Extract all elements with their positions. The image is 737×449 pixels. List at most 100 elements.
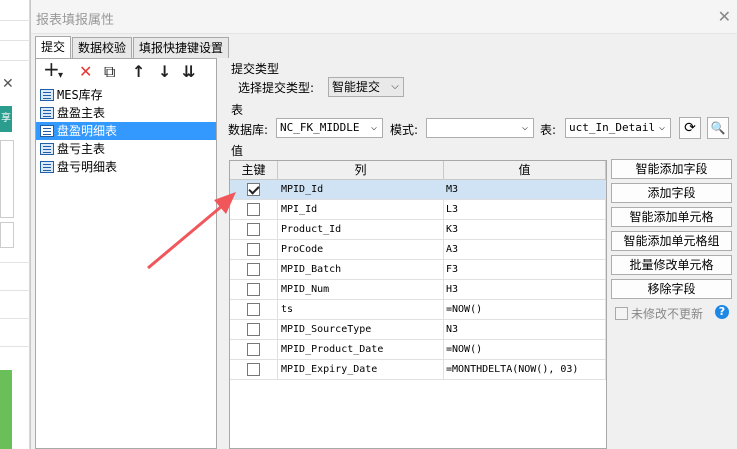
- help-icon[interactable]: ?: [715, 305, 729, 319]
- smart-add-cell-button[interactable]: 智能添加单元格: [611, 207, 732, 227]
- table-icon: [40, 107, 54, 119]
- database-label: 数据库:: [228, 123, 269, 137]
- table-value: uct_In_Detail: [569, 121, 656, 134]
- value-cell[interactable]: K3: [444, 220, 606, 239]
- table-row[interactable]: MPI_Id L3: [230, 200, 606, 220]
- remove-field-button[interactable]: 移除字段: [611, 279, 732, 299]
- tree-item-loss-detail[interactable]: 盘亏明细表: [36, 158, 216, 176]
- column-cell[interactable]: MPI_Id: [278, 200, 444, 219]
- tree-item-label: 盘亏主表: [57, 142, 106, 156]
- list-scrollbar[interactable]: [218, 58, 226, 449]
- header-column: 列: [278, 161, 444, 179]
- sort-icon[interactable]: ⇊: [182, 63, 195, 81]
- table-row[interactable]: MPID_Product_Date =NOW(): [230, 340, 606, 360]
- chevron-down-icon[interactable]: ▾: [58, 67, 63, 85]
- primary-key-cell: [230, 320, 278, 339]
- table-row[interactable]: MPID_Id M3: [230, 180, 606, 200]
- tree-item-surplus-detail[interactable]: 盘盈明细表: [36, 122, 216, 140]
- batch-modify-cell-button[interactable]: 批量修改单元格: [611, 255, 732, 275]
- table-search-icon[interactable]: 🔍: [707, 117, 729, 139]
- value-cell[interactable]: M3: [444, 180, 606, 199]
- column-cell[interactable]: Product_Id: [278, 220, 444, 239]
- table-icon: [40, 143, 54, 155]
- sheet-gridline: [0, 20, 30, 21]
- submit-type-select[interactable]: 智能提交 ⌵: [328, 77, 404, 97]
- database-select[interactable]: NC_FK_MIDDLE ⌵: [276, 118, 383, 138]
- value-cell[interactable]: F3: [444, 260, 606, 279]
- header-value: 值: [444, 161, 606, 179]
- delete-icon[interactable]: ✕: [79, 63, 92, 81]
- grid-header: 主键 列 值: [230, 161, 606, 180]
- tree-item-mes-inventory[interactable]: MES库存: [36, 86, 216, 104]
- move-up-icon[interactable]: ↑: [132, 63, 145, 81]
- tab-data-validation[interactable]: 数据校验: [72, 37, 133, 58]
- side-panel-box: [0, 140, 14, 218]
- table-row[interactable]: ts =NOW(): [230, 300, 606, 320]
- chevron-down-icon: ⌵: [391, 81, 399, 92]
- add-field-button[interactable]: 添加字段: [611, 183, 732, 203]
- primary-key-checkbox[interactable]: [247, 223, 260, 236]
- primary-key-checkbox[interactable]: [247, 343, 260, 356]
- column-cell[interactable]: MPID_Id: [278, 180, 444, 199]
- no-update-unmodified-option[interactable]: 未修改不更新: [615, 305, 703, 322]
- no-update-unmodified-checkbox[interactable]: [615, 307, 628, 320]
- tree-item-surplus-master[interactable]: 盘盈主表: [36, 104, 216, 122]
- table-select[interactable]: uct_In_Detail ⌵: [565, 118, 671, 138]
- tree-item-label: 盘盈主表: [57, 106, 106, 120]
- primary-key-checkbox[interactable]: [247, 303, 260, 316]
- side-tab[interactable]: 享: [0, 106, 12, 132]
- refresh-icon[interactable]: ⟳: [679, 117, 701, 139]
- tab-submit[interactable]: 提交: [35, 36, 72, 58]
- close-icon[interactable]: ✕: [718, 7, 731, 26]
- column-cell[interactable]: MPID_Batch: [278, 260, 444, 279]
- value-cell[interactable]: H3: [444, 280, 606, 299]
- smart-add-field-button[interactable]: 智能添加字段: [611, 159, 732, 179]
- table-row[interactable]: MPID_Batch F3: [230, 260, 606, 280]
- dialog-title: 报表填报属性: [36, 13, 115, 28]
- no-update-unmodified-label: 未修改不更新: [631, 307, 704, 321]
- sheet-green-block: [0, 370, 12, 449]
- column-cell[interactable]: ProCode: [278, 240, 444, 259]
- smart-add-cell-group-button[interactable]: 智能添加单元格组: [611, 231, 732, 251]
- table-row[interactable]: ProCode A3: [230, 240, 606, 260]
- sheet-gridline: [0, 262, 30, 263]
- table-row[interactable]: Product_Id K3: [230, 220, 606, 240]
- primary-key-checkbox[interactable]: [247, 283, 260, 296]
- value-cell[interactable]: A3: [444, 240, 606, 259]
- move-down-icon[interactable]: ↓: [158, 63, 171, 81]
- submit-list-panel: + ▾ ✕ ⧉ ↑ ↓ ⇊ MES库存 盘盈主表 盘盈明细表 盘亏主表 盘亏明细…: [35, 58, 217, 449]
- value-cell[interactable]: =NOW(): [444, 300, 606, 319]
- primary-key-checkbox[interactable]: [247, 363, 260, 376]
- tab-fill-shortcuts[interactable]: 填报快捷键设置: [133, 37, 230, 58]
- value-cell[interactable]: L3: [444, 200, 606, 219]
- sheet-gridline: [0, 318, 30, 319]
- list-toolbar: + ▾ ✕ ⧉ ↑ ↓ ⇊: [36, 59, 216, 86]
- table-icon: [40, 125, 54, 137]
- column-cell[interactable]: ts: [278, 300, 444, 319]
- value-cell[interactable]: =MONTHDELTA(NOW(), 03): [444, 360, 606, 379]
- sheet-gridline: [0, 60, 30, 61]
- table-row[interactable]: MPID_Num H3: [230, 280, 606, 300]
- table-row[interactable]: MPID_Expiry_Date =MONTHDELTA(NOW(), 03): [230, 360, 606, 380]
- value-cell[interactable]: N3: [444, 320, 606, 339]
- copy-icon[interactable]: ⧉: [104, 63, 115, 81]
- sheet-gridline: [0, 346, 30, 347]
- primary-key-checkbox[interactable]: [247, 243, 260, 256]
- primary-key-checkbox[interactable]: [247, 203, 260, 216]
- primary-key-checkbox[interactable]: [247, 263, 260, 276]
- table-section-label: 表: [231, 103, 244, 117]
- sheet-gridline: [0, 290, 30, 291]
- primary-key-checkbox[interactable]: [247, 323, 260, 336]
- value-cell[interactable]: =NOW(): [444, 340, 606, 359]
- column-cell[interactable]: MPID_Num: [278, 280, 444, 299]
- header-primary-key: 主键: [230, 161, 278, 179]
- column-cell[interactable]: MPID_Product_Date: [278, 340, 444, 359]
- close-icon[interactable]: ✕: [2, 76, 14, 92]
- column-cell[interactable]: MPID_Expiry_Date: [278, 360, 444, 379]
- column-cell[interactable]: MPID_SourceType: [278, 320, 444, 339]
- table-row[interactable]: MPID_SourceType N3: [230, 320, 606, 340]
- tree-item-loss-master[interactable]: 盘亏主表: [36, 140, 216, 158]
- table-label: 表:: [540, 123, 557, 137]
- primary-key-checkbox[interactable]: [247, 183, 260, 196]
- schema-select[interactable]: ⌵: [426, 118, 534, 138]
